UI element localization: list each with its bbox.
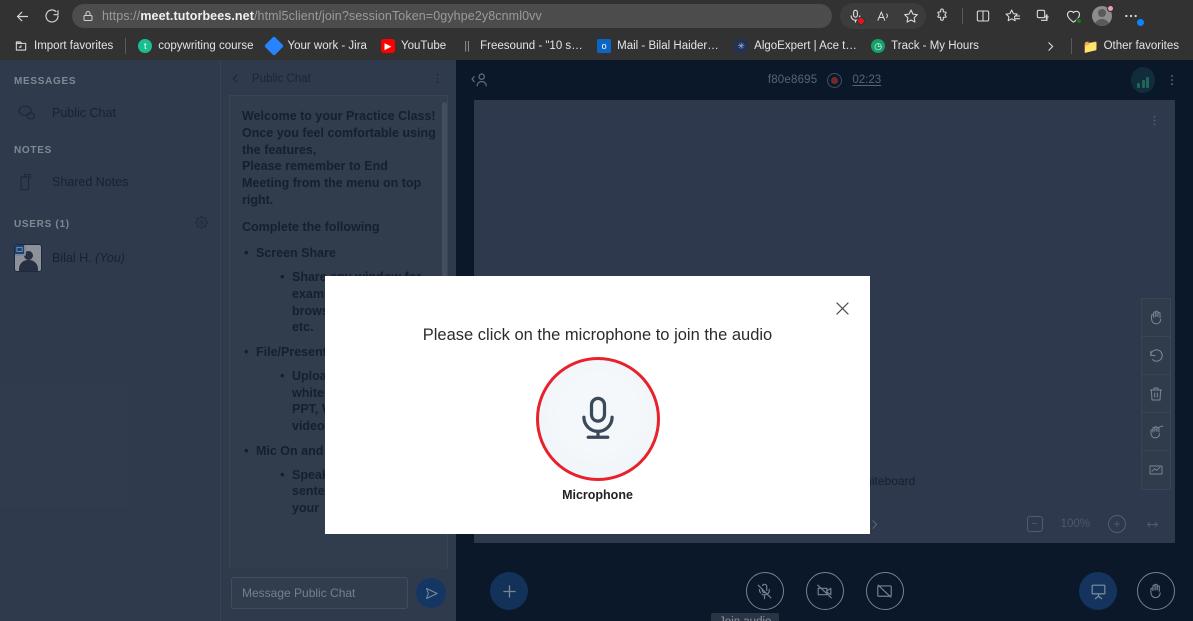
outlook-icon: o bbox=[597, 39, 612, 53]
bookmark-freesound[interactable]: || Freesound - "10 sec... bbox=[454, 36, 589, 56]
bookmark-label: Track - My Hours bbox=[891, 40, 979, 52]
bookmark-divider bbox=[125, 38, 127, 54]
bookmark-label: Freesound - "10 sec... bbox=[480, 40, 584, 52]
jira-icon bbox=[264, 36, 285, 56]
audio-join-modal: Please click on the microphone to join t… bbox=[325, 276, 870, 534]
bookmark-label: Your work - Jira bbox=[287, 40, 367, 52]
omnibox-action-group bbox=[840, 3, 926, 29]
profile-avatar-icon[interactable] bbox=[1089, 3, 1115, 29]
folder-icon: 📁 bbox=[1082, 38, 1099, 54]
teachable-icon: t bbox=[138, 39, 153, 53]
bookmark-mail-bilal-haider[interactable]: o Mail - Bilal Haider -... bbox=[591, 36, 726, 56]
myhours-icon: ◷ bbox=[871, 39, 886, 53]
bookmark-other-favorites[interactable]: 📁 Other favorites bbox=[1078, 36, 1185, 56]
youtube-icon: ▶ bbox=[380, 39, 395, 53]
microphone-label: Microphone bbox=[562, 488, 633, 502]
freesound-icon: || bbox=[464, 39, 471, 52]
bookmark-label: copywriting course bbox=[158, 40, 254, 52]
favorite-star-icon[interactable] bbox=[897, 3, 925, 29]
bookmark-divider bbox=[1070, 38, 1072, 54]
update-info-dot bbox=[1136, 18, 1145, 27]
bookmark-label: YouTube bbox=[400, 40, 447, 52]
browser-nav-bar: https://meet.tutorbees.net/html5client/j… bbox=[0, 0, 1193, 32]
browser-toolbar-icons bbox=[840, 3, 1145, 29]
copilot-status-dot bbox=[1076, 18, 1082, 24]
algoexpert-icon: ✳ bbox=[734, 39, 749, 53]
microphone-icon bbox=[572, 393, 624, 445]
reload-icon[interactable] bbox=[38, 3, 66, 29]
bookmark-track-my-hours[interactable]: ◷ Track - My Hours bbox=[865, 36, 985, 56]
bookmark-import-favorites[interactable]: Import favorites bbox=[8, 36, 119, 56]
bookmarks-bar: Import favorites t copywriting course Yo… bbox=[0, 32, 1193, 60]
split-screen-icon[interactable] bbox=[969, 3, 997, 29]
bookmark-your-work-jira[interactable]: Your work - Jira bbox=[261, 36, 372, 56]
collections-icon[interactable] bbox=[999, 3, 1027, 29]
read-aloud-icon[interactable] bbox=[869, 3, 897, 29]
microphone-join-button[interactable] bbox=[535, 357, 660, 481]
address-bar[interactable]: https://meet.tutorbees.net/html5client/j… bbox=[72, 4, 832, 28]
bookmark-algoexpert[interactable]: ✳ AlgoExpert | Ace th... bbox=[728, 36, 863, 56]
settings-more-icon[interactable] bbox=[1117, 3, 1145, 29]
bookmark-label: Other favorites bbox=[1103, 40, 1179, 52]
bbb-app: MESSAGES Public Chat NOTES Shared Notes … bbox=[0, 60, 1193, 621]
browser-chrome: https://meet.tutorbees.net/html5client/j… bbox=[0, 0, 1193, 60]
bookmark-label: AlgoExpert | Ace th... bbox=[754, 40, 858, 52]
import-favorites-icon bbox=[14, 39, 28, 53]
bookmarks-overflow-chevron-icon[interactable] bbox=[1036, 38, 1065, 55]
extensions-icon[interactable] bbox=[928, 3, 956, 29]
bookmark-label: Import favorites bbox=[34, 40, 114, 52]
bookmark-copywriting-course[interactable]: t copywriting course bbox=[132, 36, 259, 56]
toolbar-divider bbox=[962, 8, 963, 24]
profile-status-dot bbox=[1107, 5, 1114, 12]
modal-title: Please click on the microphone to join t… bbox=[422, 326, 773, 344]
microphone-permission-icon[interactable] bbox=[841, 3, 869, 29]
copilot-icon[interactable] bbox=[1059, 3, 1087, 29]
back-arrow-icon[interactable] bbox=[8, 3, 36, 29]
lock-icon bbox=[82, 10, 94, 22]
bookmark-label: Mail - Bilal Haider -... bbox=[617, 40, 721, 52]
browser-essentials-icon[interactable] bbox=[1029, 3, 1057, 29]
permission-alert-dot bbox=[857, 17, 865, 25]
close-icon[interactable] bbox=[830, 296, 854, 320]
address-bar-url: https://meet.tutorbees.net/html5client/j… bbox=[102, 9, 542, 23]
bookmark-youtube[interactable]: ▶ YouTube bbox=[375, 36, 452, 56]
